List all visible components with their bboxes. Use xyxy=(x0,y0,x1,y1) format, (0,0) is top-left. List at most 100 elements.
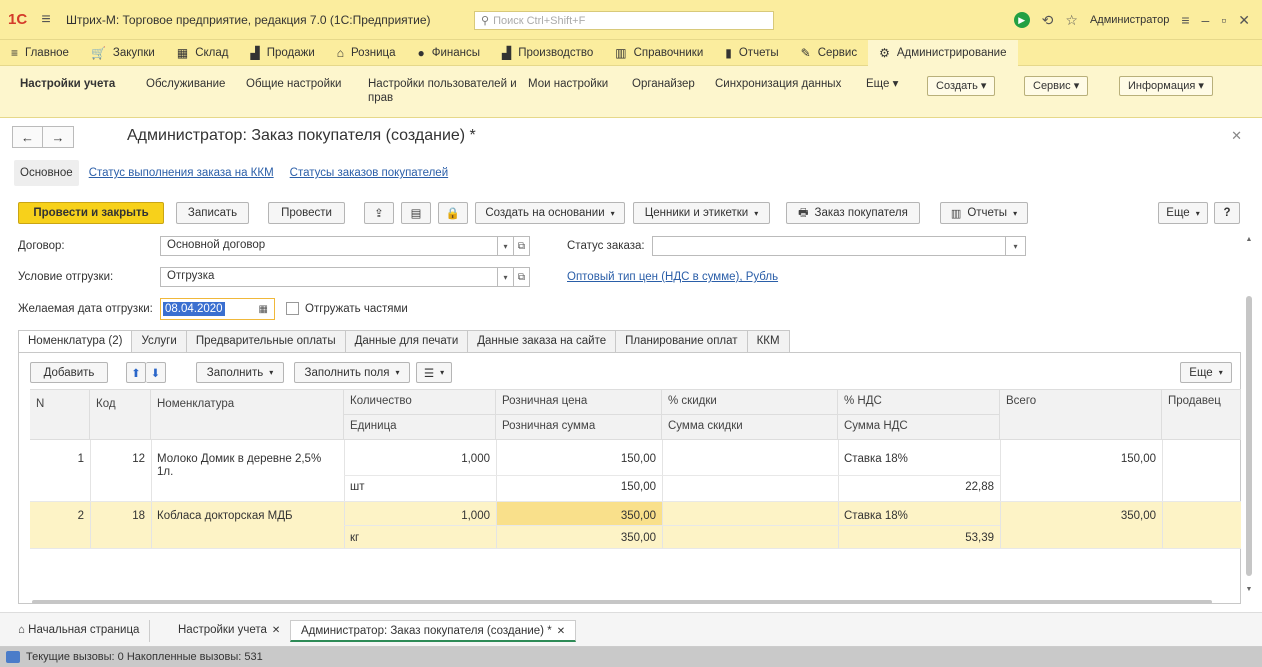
tab-kkm[interactable]: ККМ xyxy=(746,330,790,352)
menu-service[interactable]: ✎ Сервис xyxy=(790,40,868,66)
settings-menu-icon[interactable]: ≡ xyxy=(1181,12,1189,28)
submenu-general-settings[interactable]: Общие настройки xyxy=(246,77,341,91)
forward-arrow-icon[interactable]: → xyxy=(43,126,74,148)
dropdown-icon[interactable]: ▾ xyxy=(498,267,514,287)
col-header-unit[interactable]: Единица xyxy=(344,415,496,440)
tab-print-data[interactable]: Данные для печати xyxy=(344,330,469,352)
row-1-nomenclature[interactable]: Молоко Домик в деревне 2,5% 1л. xyxy=(151,449,344,483)
save-button[interactable]: Записать xyxy=(176,202,249,224)
row-2-sum[interactable]: 350,00 xyxy=(496,528,662,548)
close-window-icon[interactable]: ✕ xyxy=(1238,12,1250,29)
row-1-vat[interactable]: Ставка 18% xyxy=(838,449,1000,469)
menu-production[interactable]: ▟ Производство xyxy=(491,40,604,66)
submenu-organizer[interactable]: Органайзер xyxy=(632,77,695,91)
create-based-on-button[interactable]: Создать на основании ▾ xyxy=(475,202,625,224)
submenu-more[interactable]: Еще ▾ xyxy=(866,77,898,91)
tab-home-page[interactable]: ⌂ Начальная страница xyxy=(8,620,151,642)
dropdown-icon[interactable]: ▾ xyxy=(1006,236,1026,256)
list-settings-icon[interactable]: ☰ ▾ xyxy=(416,362,452,383)
col-header-sum[interactable]: Розничная сумма xyxy=(496,415,662,440)
tab-customer-order[interactable]: Администратор: Заказ покупателя (создани… xyxy=(290,620,577,642)
col-header-quantity[interactable]: Количество xyxy=(344,390,496,415)
submenu-data-sync[interactable]: Синхронизация данных xyxy=(715,77,841,91)
submenu-my-settings[interactable]: Мои настройки xyxy=(528,77,608,91)
menu-catalogs[interactable]: ▥ Справочники xyxy=(604,40,714,66)
more-button[interactable]: Еще ▾ xyxy=(1158,202,1208,224)
post-button[interactable]: Провести xyxy=(268,202,345,224)
calendar-icon[interactable]: ▦ xyxy=(259,304,268,315)
col-header-discount[interactable]: % скидки xyxy=(662,390,838,415)
row-1-code[interactable]: 12 xyxy=(90,449,151,469)
horizontal-scrollbar[interactable] xyxy=(32,600,1212,604)
move-up-icon[interactable]: ⬆ xyxy=(126,362,146,383)
menu-burger-icon[interactable]: ≡ xyxy=(34,11,58,29)
star-icon[interactable]: ☆ xyxy=(1065,12,1078,29)
minimize-icon[interactable]: – xyxy=(1202,12,1210,28)
document-icon[interactable]: ▤ xyxy=(401,202,431,224)
col-header-price[interactable]: Розничная цена xyxy=(496,390,662,415)
restore-icon[interactable]: ▫ xyxy=(1221,12,1226,28)
row-2-nomenclature[interactable]: Кобласа докторская МДБ xyxy=(151,506,344,526)
tab-prepayments[interactable]: Предварительные оплаты xyxy=(185,330,346,352)
post-and-close-button[interactable]: Провести и закрыть xyxy=(18,202,164,224)
col-header-total[interactable]: Всего xyxy=(1000,390,1162,440)
create-menu-button[interactable]: Создать ▾ xyxy=(927,76,996,96)
help-button[interactable]: ? xyxy=(1214,202,1240,224)
shipment-condition-field[interactable]: Отгрузка xyxy=(160,267,498,287)
row-2-unit[interactable]: кг xyxy=(344,528,496,548)
info-menu-button[interactable]: Информация ▾ xyxy=(1119,76,1213,96)
open-icon[interactable]: ⧉ xyxy=(514,267,530,287)
ship-partially-checkbox[interactable] xyxy=(286,302,299,315)
row-2-price[interactable]: 350,00 xyxy=(496,506,662,526)
col-header-code[interactable]: Код xyxy=(90,390,151,440)
table-more-button[interactable]: Еще ▾ xyxy=(1180,362,1232,383)
scroll-thumb[interactable] xyxy=(1246,296,1252,576)
col-header-vat[interactable]: % НДС xyxy=(838,390,1000,415)
tab-kkm-status[interactable]: Статус выполнения заказа на ККМ xyxy=(83,160,280,186)
row-2-vat-sum[interactable]: 53,39 xyxy=(838,528,1000,548)
tab-services[interactable]: Услуги xyxy=(131,330,187,352)
user-name[interactable]: Администратор xyxy=(1090,14,1169,26)
col-header-n[interactable]: N xyxy=(30,390,90,440)
price-type-link[interactable]: Оптовый тип цен (НДС в сумме), Рубль xyxy=(567,271,778,283)
close-icon[interactable]: ✕ xyxy=(557,626,565,637)
desired-date-field[interactable]: 08.04.2020 ▦ xyxy=(160,298,275,320)
menu-retail[interactable]: ⌂ Розница xyxy=(326,40,407,66)
menu-administration[interactable]: ⚙ Администрирование xyxy=(868,39,1018,66)
tab-main[interactable]: Основное xyxy=(14,160,79,186)
col-header-nomenclature[interactable]: Номенклатура xyxy=(151,390,344,440)
submenu-user-settings[interactable]: Настройки пользователей и прав xyxy=(368,77,528,105)
service-menu-button[interactable]: Сервис ▾ xyxy=(1024,76,1089,96)
order-status-field[interactable] xyxy=(652,236,1006,256)
row-1-quantity[interactable]: 1,000 xyxy=(344,449,496,469)
row-2-vat[interactable]: Ставка 18% xyxy=(838,506,1000,526)
submenu-maintenance[interactable]: Обслуживание xyxy=(146,77,225,91)
row-1-price[interactable]: 150,00 xyxy=(496,449,662,469)
dropdown-icon[interactable]: ▾ xyxy=(498,236,514,256)
close-icon[interactable]: ✕ xyxy=(272,625,280,636)
scroll-up-icon[interactable]: ▲ xyxy=(1244,236,1254,243)
col-header-seller[interactable]: Продавец xyxy=(1162,390,1241,440)
row-2-n[interactable]: 2 xyxy=(30,506,90,526)
upload-icon[interactable]: ⇪ xyxy=(364,202,394,224)
search-input[interactable]: ⚲ Поиск Ctrl+Shift+F xyxy=(474,11,774,30)
print-order-button[interactable]: 🖶 Заказ покупателя xyxy=(786,202,920,224)
tab-accounting-settings[interactable]: Настройки учета ✕ xyxy=(168,620,292,642)
scroll-down-icon[interactable]: ▼ xyxy=(1244,586,1254,593)
row-1-total[interactable]: 150,00 xyxy=(1000,449,1162,469)
tab-order-statuses[interactable]: Статусы заказов покупателей xyxy=(284,160,454,186)
menu-purchases[interactable]: 🛒 Закупки xyxy=(80,40,166,66)
row-2-total[interactable]: 350,00 xyxy=(1000,506,1162,526)
move-down-icon[interactable]: ⬇ xyxy=(146,362,166,383)
row-1-vat-sum[interactable]: 22,88 xyxy=(838,477,1000,497)
row-1-n[interactable]: 1 xyxy=(30,449,90,469)
menu-reports[interactable]: ▮ Отчеты xyxy=(714,40,789,66)
menu-main[interactable]: ≡ Главное xyxy=(0,40,80,66)
tab-nomenclature[interactable]: Номенклатура (2) xyxy=(18,330,133,354)
lock-icon[interactable]: 🔒 xyxy=(438,202,468,224)
close-form-icon[interactable]: ✕ xyxy=(1231,128,1242,144)
row-1-sum[interactable]: 150,00 xyxy=(496,477,662,497)
reports-button[interactable]: ▥ Отчеты ▾ xyxy=(940,202,1028,224)
open-icon[interactable]: ⧉ xyxy=(514,236,530,256)
play-icon[interactable]: ▶ xyxy=(1013,12,1030,28)
